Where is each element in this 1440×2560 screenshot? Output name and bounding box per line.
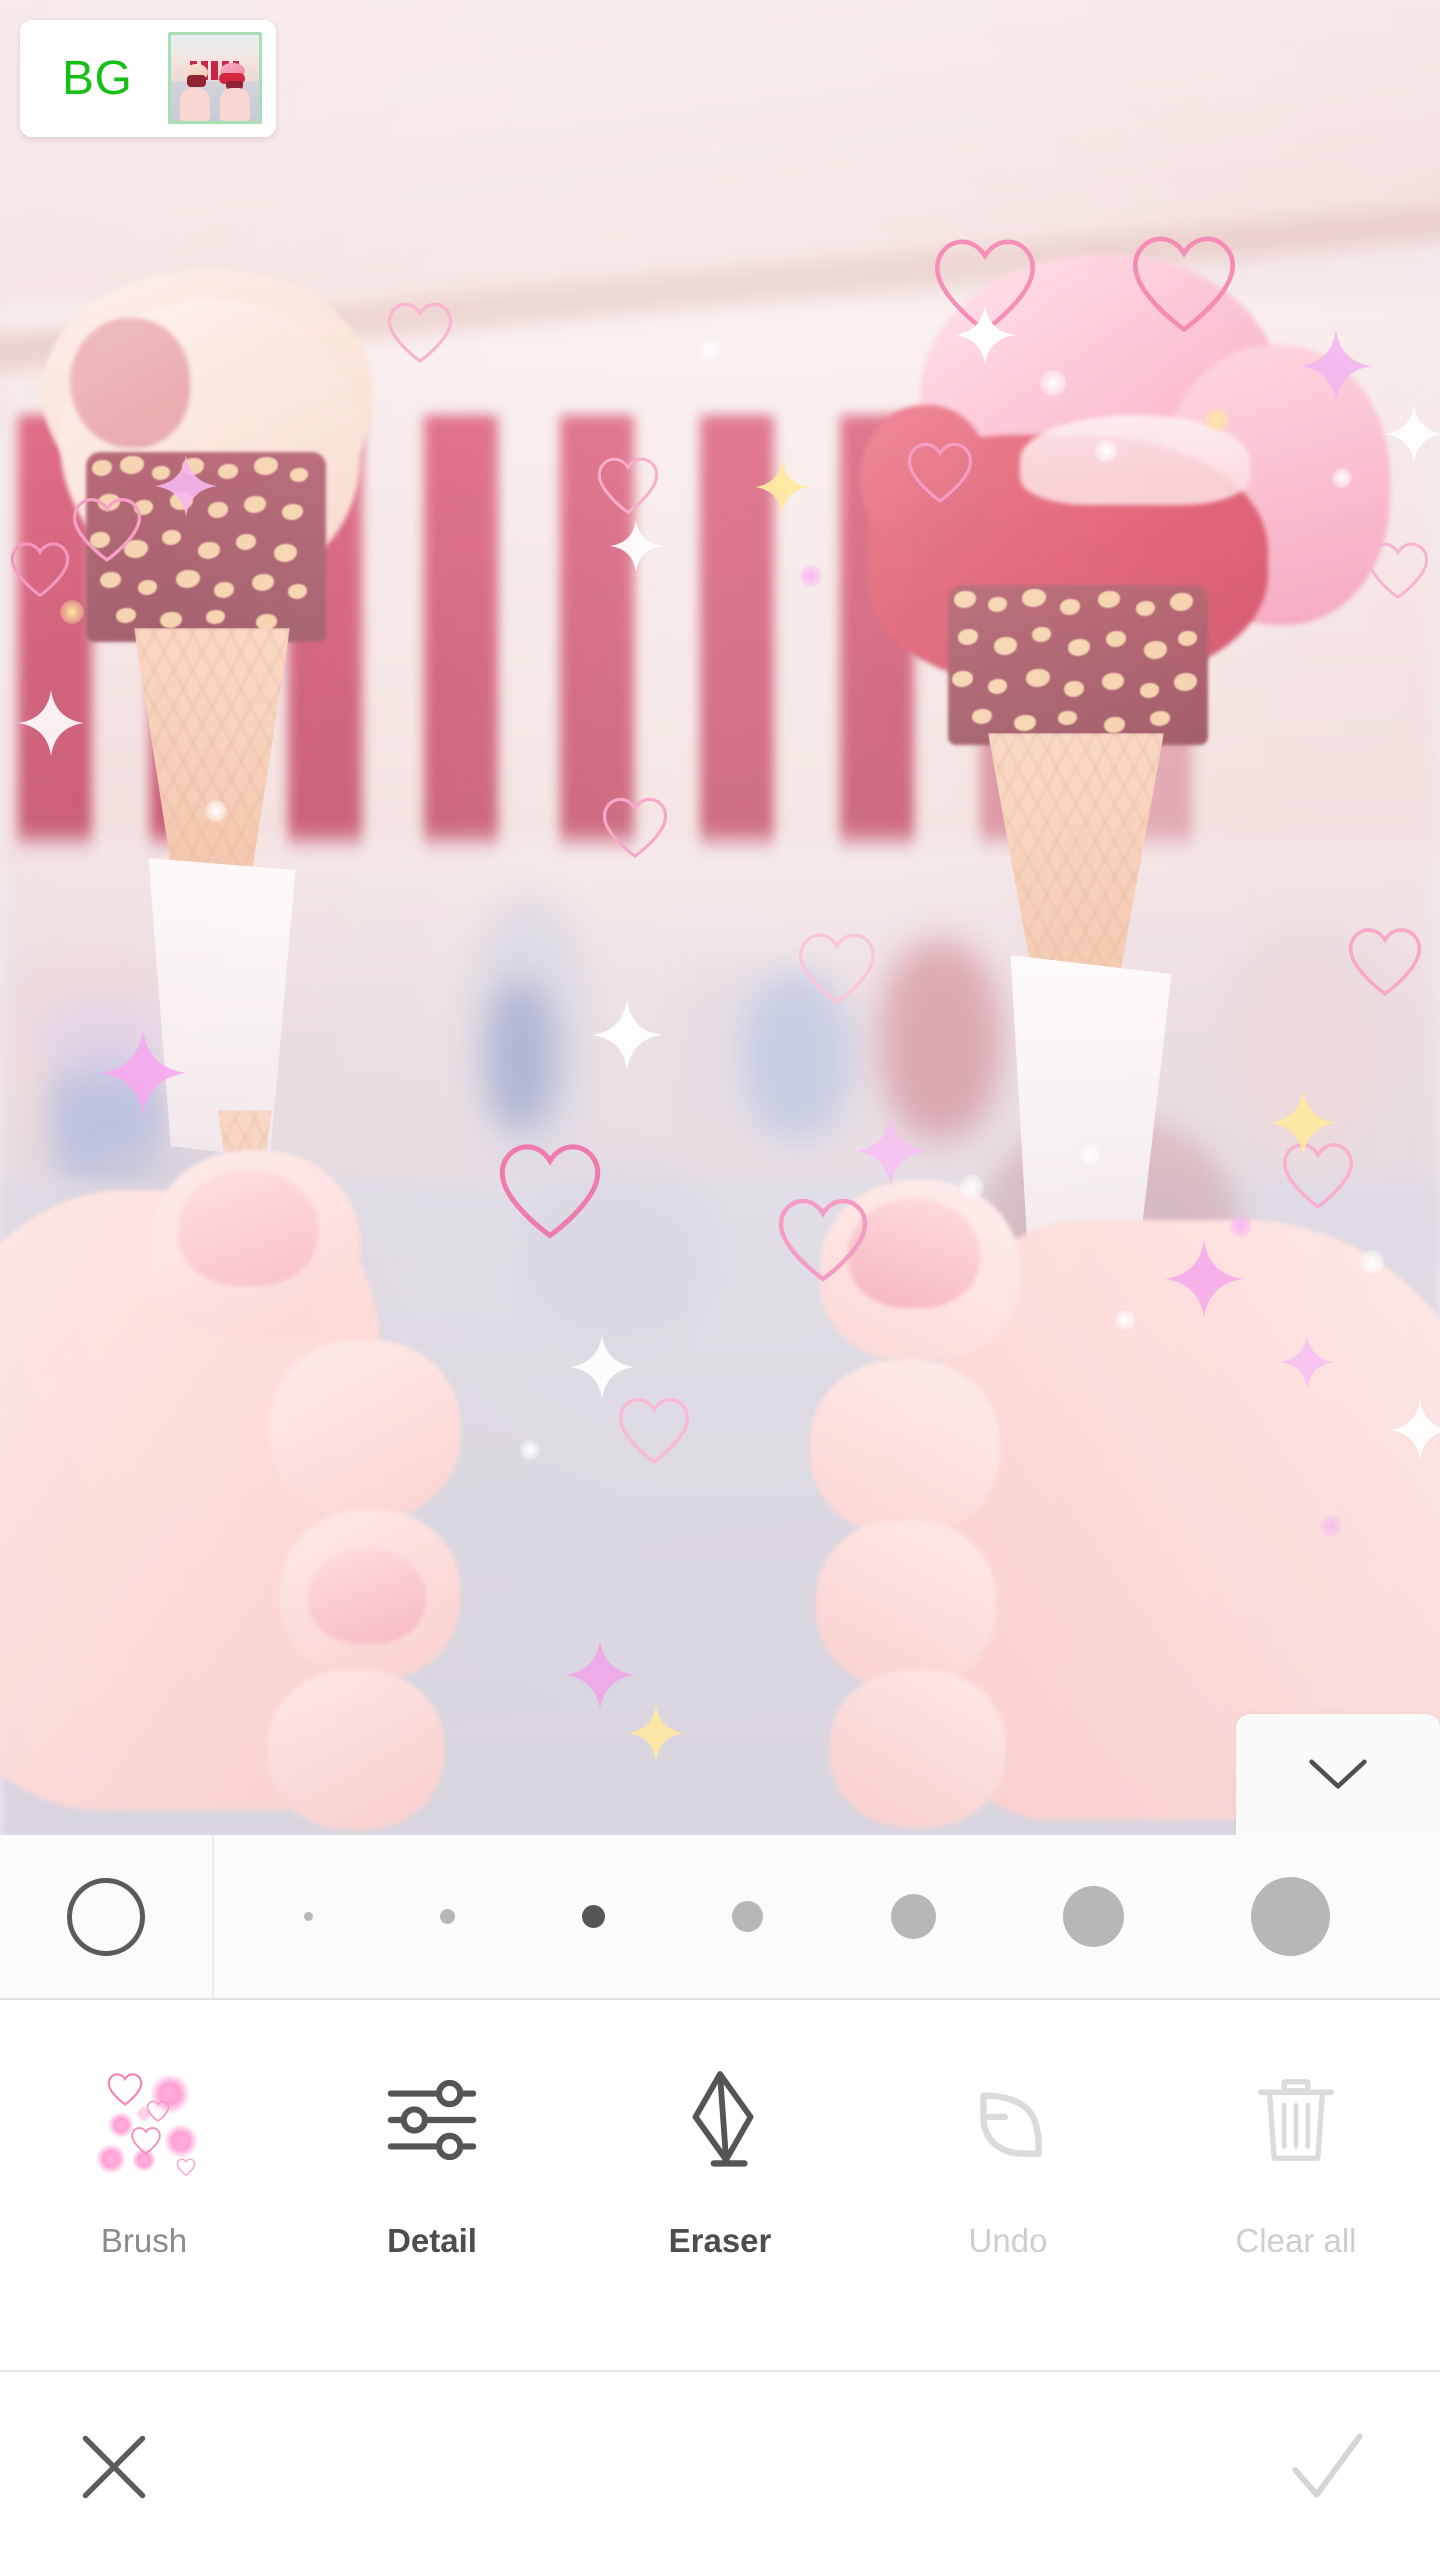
brush-size-preview-cell[interactable] <box>0 1835 214 1998</box>
brush-size-dot-4[interactable] <box>890 1894 936 1939</box>
heart-sticker <box>597 457 659 515</box>
sparkle-glow-dot <box>1230 1215 1252 1237</box>
tool-label-detail: Detail <box>387 2222 477 2259</box>
tool-row[interactable]: Brush Detail Eraser Undo Clear all <box>0 2002 1440 2372</box>
brush-size-dot-0[interactable] <box>303 1912 313 1921</box>
heart-sticker <box>499 1144 601 1239</box>
close-x-icon <box>82 2435 146 2499</box>
sparkle-glow-dot <box>1360 1250 1384 1274</box>
tool-label-undo: Undo <box>968 2222 1048 2259</box>
collapse-panel-button[interactable] <box>1236 1714 1440 1835</box>
action-bar <box>0 2374 1440 2560</box>
brush-pattern-thumbnail-icon <box>88 2064 200 2176</box>
sparkle-glow-dot <box>1205 408 1229 432</box>
heart-sticker <box>934 239 1036 334</box>
heart-sticker <box>1348 928 1422 996</box>
photo-canvas[interactable] <box>0 0 1440 1835</box>
edited-photo <box>0 0 1440 1835</box>
sparkle-glow-dot <box>205 800 227 822</box>
sparkle-glow-dot <box>60 600 84 624</box>
sparkle-glow-dot <box>520 1440 540 1460</box>
brush-size-options[interactable] <box>214 1835 1440 1998</box>
heart-sticker <box>72 498 142 562</box>
brush-size-dot-2[interactable] <box>582 1905 606 1928</box>
heart-sticker <box>1132 236 1236 333</box>
chevron-down-icon <box>1309 1759 1367 1789</box>
brush-size-dot-1[interactable] <box>439 1909 455 1924</box>
heart-sticker <box>798 933 876 1005</box>
tool-label-eraser: Eraser <box>668 2222 772 2259</box>
background-thumbnail[interactable] <box>168 32 262 124</box>
sparkle-glow-dot <box>1095 440 1117 462</box>
sparkle-glow-dot <box>700 340 720 360</box>
sparkle-glow-dot <box>960 1175 984 1199</box>
eraser-icon <box>668 2064 772 2176</box>
confirm-button[interactable] <box>1278 2419 1374 2515</box>
cancel-button[interactable] <box>66 2419 162 2515</box>
photo-editor-screen: BG Brush Detail Eraser Undo Clear all <box>0 0 1440 2560</box>
background-selector-panel[interactable]: BG <box>20 20 276 137</box>
heart-sticker <box>907 442 973 504</box>
tool-label-clear-all: Clear all <box>1235 2222 1357 2259</box>
heart-sticker <box>602 797 668 859</box>
tool-eraser[interactable]: Eraser <box>576 2002 864 2370</box>
brush-size-row[interactable] <box>0 1835 1440 2000</box>
sliders-icon <box>382 2064 482 2176</box>
sparkle-glow-dot <box>1080 1145 1100 1165</box>
undo-arrow-icon <box>956 2064 1060 2176</box>
sparkle-glow-dot <box>800 565 822 587</box>
bg-label: BG <box>62 51 133 105</box>
heart-sticker <box>1367 542 1429 600</box>
checkmark-icon <box>1292 2433 1363 2498</box>
tool-clear-all[interactable]: Clear all <box>1152 2002 1440 2370</box>
heart-sticker <box>10 542 70 598</box>
tool-undo[interactable]: Undo <box>864 2002 1152 2370</box>
sparkle-glow-dot <box>1332 468 1352 488</box>
brush-size-ring-icon[interactable] <box>67 1877 145 1956</box>
heart-sticker <box>387 302 453 364</box>
sparkle-glow-dot <box>1115 1310 1135 1330</box>
tool-brush[interactable]: Brush <box>0 2002 288 2370</box>
heart-sticker <box>618 1398 690 1464</box>
trash-can-icon <box>1246 2064 1346 2176</box>
brush-size-dot-5[interactable] <box>1063 1886 1125 1947</box>
brush-size-dot-3[interactable] <box>732 1901 764 1932</box>
heart-sticker <box>1283 1143 1353 1209</box>
tool-detail[interactable]: Detail <box>288 2002 576 2370</box>
tool-label-brush: Brush <box>100 2222 188 2259</box>
brush-size-dot-6[interactable] <box>1251 1877 1331 1956</box>
heart-sticker <box>778 1198 868 1282</box>
sparkle-glow-dot <box>1040 370 1066 396</box>
sparkle-glow-dot <box>1320 1515 1342 1537</box>
